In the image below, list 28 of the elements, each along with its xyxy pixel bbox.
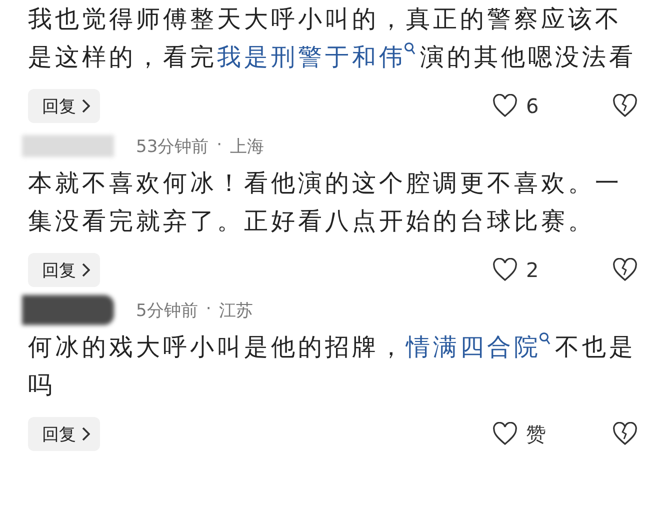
comment-time: 53分钟前	[136, 136, 209, 158]
like-count: 6	[526, 94, 539, 118]
separator-dot: ·	[216, 134, 222, 156]
comment-location: 上海	[230, 136, 264, 158]
like-count: 2	[526, 258, 539, 282]
search-link[interactable]: 我是刑警于和伟	[217, 43, 420, 71]
heart-icon[interactable]	[492, 422, 518, 446]
comment-text: 我也觉得师傅整天大呼小叫的，真正的警察应该不是这样的，看完我是刑警于和伟 演的其他嗯没法看	[28, 4, 637, 73]
comment-location: 江苏	[219, 300, 254, 322]
heart-icon[interactable]	[492, 94, 518, 118]
heart-icon[interactable]	[492, 258, 518, 282]
like-count: 赞	[526, 420, 546, 448]
separator-dot: ·	[206, 298, 212, 320]
chevron-icon	[82, 427, 90, 441]
search-link[interactable]: 情满四合院	[406, 333, 555, 361]
search-icon	[539, 332, 551, 346]
search-icon	[404, 42, 416, 56]
reply-button[interactable]: 回复	[28, 417, 100, 451]
reply-button[interactable]: 回复	[28, 89, 100, 123]
reply-button[interactable]: 回复	[28, 253, 100, 287]
comment-text: 本就不喜欢何冰！看他演的这个腔调更不喜欢。一集没看完就弃了。正好看八点开始的台球比赛。	[28, 168, 623, 237]
chevron-icon	[82, 263, 90, 277]
broken-heart-icon[interactable]	[612, 258, 638, 282]
broken-heart-icon[interactable]	[612, 422, 638, 446]
comment-text: 何冰的戏大呼小叫是他的招牌，情满四合院 不也是吗	[28, 331, 637, 401]
comment-time: 5分钟前	[136, 300, 198, 322]
chevron-icon	[82, 99, 90, 113]
broken-heart-icon[interactable]	[612, 94, 638, 118]
